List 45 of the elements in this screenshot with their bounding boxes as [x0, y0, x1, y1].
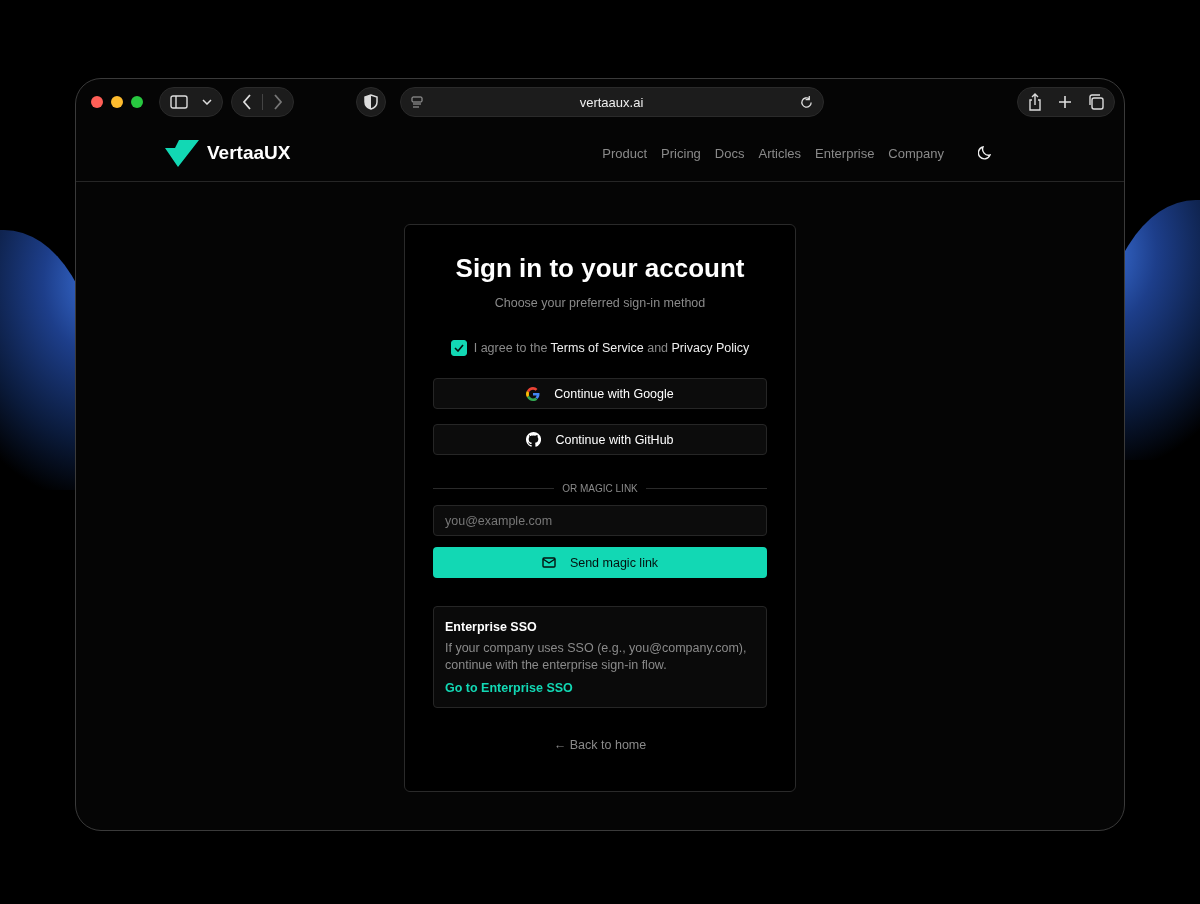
close-window-icon[interactable]: [91, 96, 103, 108]
reload-icon[interactable]: [800, 95, 813, 109]
google-signin-button[interactable]: Continue with Google: [433, 378, 767, 409]
share-icon[interactable]: [1028, 93, 1042, 111]
email-field[interactable]: you@example.com: [433, 505, 767, 536]
nav-link[interactable]: Articles: [758, 145, 802, 161]
moon-icon[interactable]: [978, 146, 992, 160]
minimize-window-icon[interactable]: [111, 96, 123, 108]
logo-icon: [165, 139, 199, 167]
terms-link[interactable]: Terms of Service: [550, 341, 644, 355]
nav-link[interactable]: Enterprise: [815, 145, 875, 161]
url-text: vertaaux.ai: [578, 94, 645, 110]
google-icon: [526, 386, 541, 401]
nav-link[interactable]: Docs: [714, 145, 745, 161]
nav-link[interactable]: Company: [888, 145, 944, 161]
enterprise-sso-link[interactable]: Go to Enterprise SSO: [445, 681, 573, 695]
nav-link[interactable]: Pricing: [661, 145, 701, 161]
new-tab-icon[interactable]: [1058, 95, 1072, 109]
github-icon: [526, 432, 542, 447]
maximize-window-icon[interactable]: [131, 96, 143, 108]
back-icon[interactable]: [242, 94, 252, 110]
nav-link[interactable]: Product: [602, 145, 648, 161]
logo-text: VertaaUX: [207, 142, 291, 164]
privacy-link[interactable]: Privacy Policy: [671, 341, 750, 355]
agreement-text: I agree to the Terms of Service and Privacy Policy: [473, 341, 750, 355]
sidebar-toggle-button[interactable]: [159, 87, 223, 117]
sso-title: Enterprise SSO: [445, 620, 538, 634]
privacy-shield-button[interactable]: [356, 87, 386, 117]
divider-label: OR MAGIC LINK: [562, 483, 638, 494]
send-magic-link-button[interactable]: Send magic link: [433, 547, 767, 578]
chevron-down-icon: [202, 99, 212, 105]
agree-checkbox[interactable]: [450, 340, 467, 356]
tabs-overview-icon[interactable]: [1088, 94, 1104, 110]
sso-description: If your company uses SSO (e.g., you@company.com), continue with the enterprise sign-in flow.: [445, 640, 748, 674]
address-bar[interactable]: vertaaux.ai: [400, 87, 824, 117]
shield-icon: [364, 94, 378, 110]
sidebar-icon: [170, 95, 188, 109]
signin-subtitle: Choose your preferred sign-in method: [494, 296, 706, 310]
back-home-link[interactable]: ← Back to home: [553, 738, 647, 752]
signin-title: Sign in to your account: [455, 253, 745, 284]
checkmark-icon: [453, 344, 464, 352]
github-signin-button[interactable]: Continue with GitHub: [433, 424, 767, 455]
forward-icon[interactable]: [273, 94, 283, 110]
page-icon: [411, 96, 423, 108]
envelope-icon: [541, 557, 556, 568]
